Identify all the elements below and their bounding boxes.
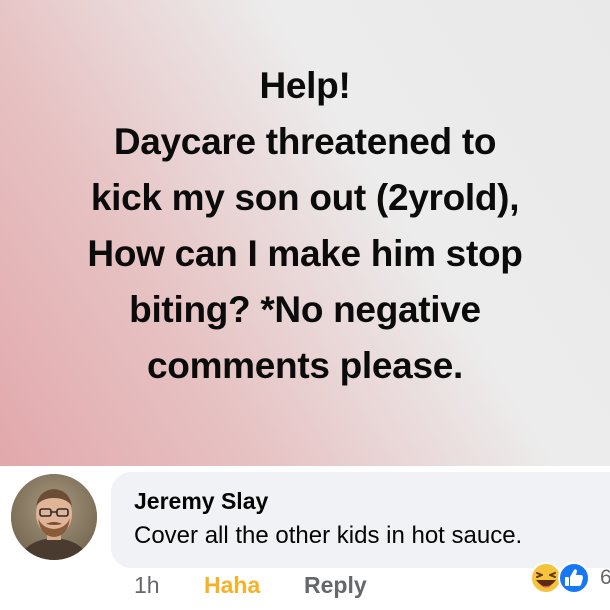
facebook-post-screenshot: Help! Daycare threatened to kick my son … xyxy=(0,0,610,610)
post-line: kick my son out (2yrold), xyxy=(90,177,520,218)
like-thumb-icon xyxy=(558,562,590,594)
comment-text: Cover all the other kids in hot sauce. xyxy=(134,522,523,549)
comment-bubble xyxy=(111,472,610,568)
post-background: Help! Daycare threatened to kick my son … xyxy=(0,0,610,466)
haha-reaction-button[interactable]: Haha xyxy=(204,572,260,599)
reaction-summary[interactable] xyxy=(526,560,610,596)
reaction-count[interactable]: 6 xyxy=(600,566,610,590)
post-line: biting? *No negative xyxy=(129,289,481,330)
reply-button[interactable]: Reply xyxy=(304,572,367,599)
haha-emoji-icon xyxy=(530,562,562,594)
post-line: Daycare threatened to xyxy=(113,121,497,162)
comment-timestamp[interactable]: 1h xyxy=(134,572,160,599)
post-text: Help! Daycare threatened to kick my son … xyxy=(0,58,610,394)
post-line: How can I make him stop xyxy=(87,233,523,274)
avatar-photo-icon xyxy=(11,474,97,560)
avatar[interactable] xyxy=(11,474,97,560)
post-line: Help! xyxy=(259,65,351,106)
comment-author-name[interactable]: Jeremy Slay xyxy=(134,488,268,515)
post-line: comments please. xyxy=(146,345,463,386)
